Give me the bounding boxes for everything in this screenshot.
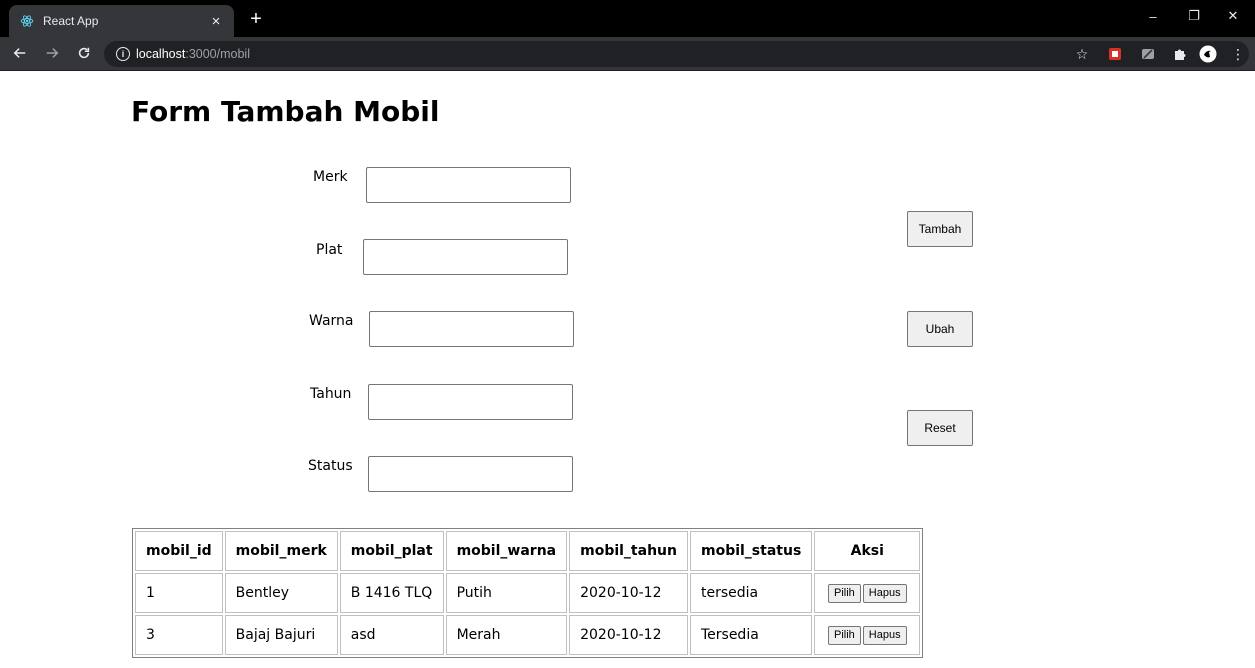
warna-input[interactable] xyxy=(369,311,574,347)
cell-mobil-plat: asd xyxy=(339,615,444,655)
restore-button[interactable]: ❐ xyxy=(1175,4,1213,28)
page-title: Form Tambah Mobil xyxy=(131,95,440,128)
browser-toolbar: i localhost:3000/mobil xyxy=(0,37,1255,71)
pilih-button[interactable]: Pilih xyxy=(827,625,861,645)
reset-button[interactable]: Reset xyxy=(907,410,973,446)
warna-label: Warna xyxy=(309,313,354,329)
tahun-input[interactable] xyxy=(368,384,573,420)
header-aksi: Aksi xyxy=(814,531,921,571)
extension-slash-icon[interactable] xyxy=(1138,44,1158,64)
close-window-button[interactable]: ✕ xyxy=(1214,4,1252,28)
hapus-button[interactable]: Hapus xyxy=(862,583,907,603)
status-input[interactable] xyxy=(368,456,573,492)
plat-input[interactable] xyxy=(363,239,568,275)
browser-tabstrip: React App × + – ❐ ✕ xyxy=(0,0,1255,37)
cell-aksi: Pilih Hapus xyxy=(814,573,921,613)
new-tab-button[interactable]: + xyxy=(244,5,268,33)
star-icon[interactable]: ☆ xyxy=(1072,44,1092,64)
status-label: Status xyxy=(308,458,353,474)
back-arrow-icon[interactable] xyxy=(8,41,32,65)
url-path: :3000/mobil xyxy=(185,47,250,61)
header-mobil-warna: mobil_warna xyxy=(445,531,568,571)
cell-aksi: Pilih Hapus xyxy=(814,615,921,655)
cell-mobil-merk: Bentley xyxy=(224,573,338,613)
minimize-button[interactable]: – xyxy=(1134,4,1172,28)
browser-tab[interactable]: React App × xyxy=(9,5,234,37)
cell-mobil-warna: Merah xyxy=(445,615,568,655)
ubah-button[interactable]: Ubah xyxy=(907,311,973,347)
kebab-menu-icon[interactable]: ⋮ xyxy=(1228,44,1248,64)
forward-arrow-icon[interactable] xyxy=(40,41,64,65)
info-icon[interactable]: i xyxy=(116,47,130,61)
cell-mobil-warna: Putih xyxy=(445,573,568,613)
header-mobil-status: mobil_status xyxy=(689,531,813,571)
cell-mobil-tahun: 2020-10-12 xyxy=(569,615,688,655)
tab-title: React App xyxy=(43,14,99,28)
table-row: 1 Bentley B 1416 TLQ Putih 2020-10-12 te… xyxy=(135,573,921,613)
cell-mobil-id: 3 xyxy=(135,615,223,655)
cell-mobil-status: Tersedia xyxy=(689,615,813,655)
cell-mobil-plat: B 1416 TLQ xyxy=(339,573,444,613)
url-host: localhost xyxy=(136,47,186,61)
table-header-row: mobil_id mobil_merk mobil_plat mobil_war… xyxy=(135,531,921,571)
header-mobil-plat: mobil_plat xyxy=(339,531,444,571)
close-tab-icon[interactable]: × xyxy=(208,13,224,30)
header-mobil-merk: mobil_merk xyxy=(224,531,338,571)
pilih-button[interactable]: Pilih xyxy=(827,583,861,603)
tahun-label: Tahun xyxy=(310,386,352,402)
react-logo-icon xyxy=(19,13,35,29)
cell-mobil-tahun: 2020-10-12 xyxy=(569,573,688,613)
merk-input[interactable] xyxy=(366,167,571,203)
tambah-button[interactable]: Tambah xyxy=(907,211,973,247)
header-mobil-tahun: mobil_tahun xyxy=(569,531,688,571)
cell-mobil-id: 1 xyxy=(135,573,223,613)
plat-label: Plat xyxy=(316,242,343,258)
hapus-button[interactable]: Hapus xyxy=(862,625,907,645)
reload-icon[interactable] xyxy=(72,41,96,65)
table-row: 3 Bajaj Bajuri asd Merah 2020-10-12 Ters… xyxy=(135,615,921,655)
merk-label: Merk xyxy=(313,169,348,185)
puzzle-extension-icon[interactable] xyxy=(1170,44,1190,64)
cell-mobil-merk: Bajaj Bajuri xyxy=(224,615,338,655)
mobil-table: mobil_id mobil_merk mobil_plat mobil_war… xyxy=(132,528,924,658)
header-mobil-id: mobil_id xyxy=(135,531,223,571)
profile-avatar-icon[interactable] xyxy=(1198,44,1218,64)
extension-red-icon[interactable] xyxy=(1105,44,1125,64)
cell-mobil-status: tersedia xyxy=(689,573,813,613)
